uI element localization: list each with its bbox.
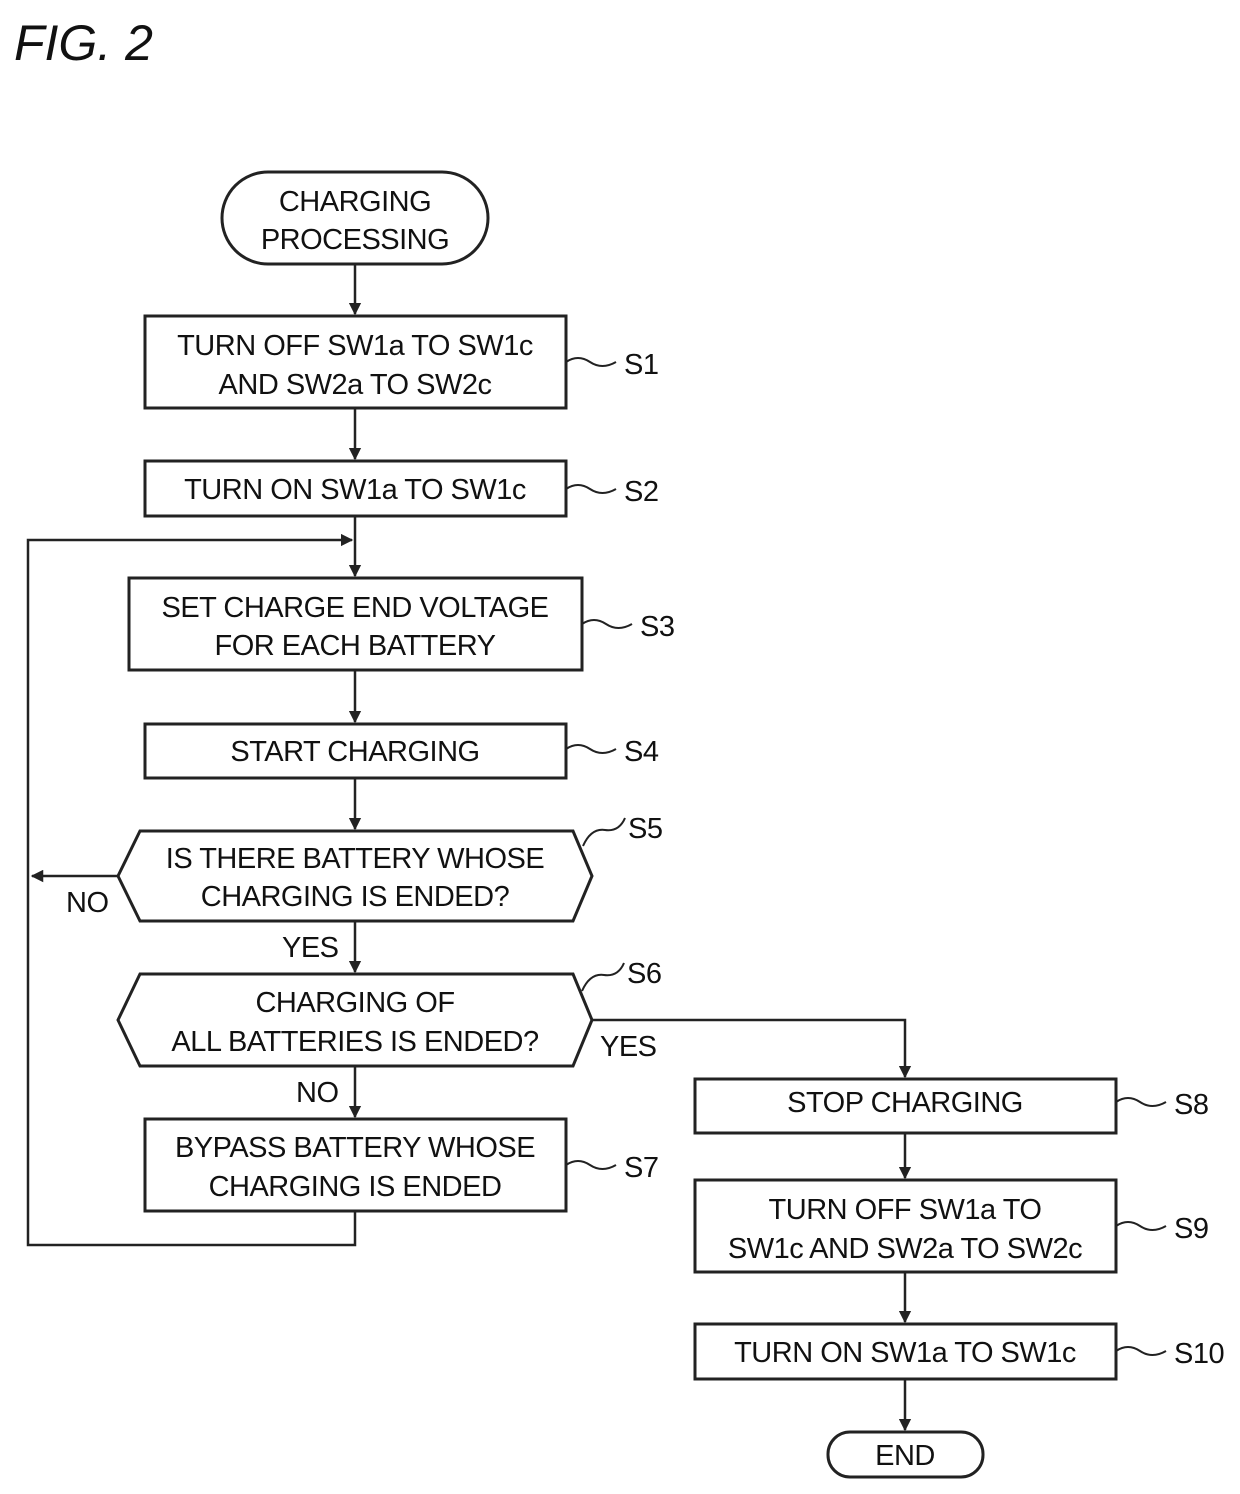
start-terminal: CHARGING PROCESSING [220, 170, 490, 266]
decision-s6-no-label: NO [296, 1077, 339, 1109]
step-s3-text-line2: FOR EACH BATTERY [215, 630, 496, 662]
step-s9-label: S9 [1174, 1213, 1208, 1245]
decision-s6-text-line1: CHARGING OF [255, 987, 454, 1019]
step-s8-text: STOP CHARGING [787, 1087, 1023, 1119]
step-s8-leader [1115, 1097, 1167, 1107]
figure-title: FIG. 2 [14, 15, 153, 71]
step-s4-leader [565, 744, 617, 754]
decision-s6-leader [581, 962, 625, 992]
step-s3: SET CHARGE END VOLTAGE FOR EACH BATTERY … [127, 576, 675, 672]
step-s1-text-line1: TURN OFF SW1a TO SW1c [177, 330, 533, 362]
end-terminal: END [826, 1430, 985, 1479]
step-s8-label: S8 [1174, 1089, 1208, 1121]
step-s2-leader [565, 484, 617, 494]
decision-s5: IS THERE BATTERY WHOSE CHARGING IS ENDED… [66, 813, 663, 964]
step-s9-leader [1115, 1221, 1167, 1231]
step-s7-text-line2: CHARGING IS ENDED [209, 1171, 502, 1203]
step-s7-label: S7 [624, 1152, 658, 1184]
step-s4: START CHARGING S4 [143, 722, 659, 780]
decision-s5-text-line2: CHARGING IS ENDED? [201, 881, 510, 913]
step-s2-text: TURN ON SW1a TO SW1c [184, 474, 526, 506]
step-s10: TURN ON SW1a TO SW1c S10 [693, 1322, 1225, 1381]
decision-s5-leader [582, 817, 626, 847]
step-s7-leader [565, 1160, 617, 1170]
step-s1-label: S1 [624, 349, 658, 381]
step-s2: TURN ON SW1a TO SW1c S2 [143, 459, 659, 518]
decision-s5-text-line1: IS THERE BATTERY WHOSE [166, 843, 545, 875]
step-s3-label: S3 [640, 611, 674, 643]
step-s7: BYPASS BATTERY WHOSE CHARGING IS ENDED S… [143, 1117, 659, 1213]
decision-s5-label: S5 [628, 813, 662, 845]
step-s2-label: S2 [624, 476, 658, 508]
step-s9-text-line1: TURN OFF SW1a TO [769, 1194, 1042, 1226]
decision-s6-yes-label: YES [600, 1031, 657, 1063]
decision-s6-label: S6 [627, 958, 661, 990]
step-s9: TURN OFF SW1a TO SW1c AND SW2a TO SW2c S… [693, 1178, 1209, 1274]
step-s1: TURN OFF SW1a TO SW1c AND SW2a TO SW2c S… [143, 314, 659, 410]
step-s8: STOP CHARGING S8 [693, 1077, 1209, 1135]
flowchart-canvas: FIG. 2 CHARGING PROCESSING TURN OFF SW1a… [14, 15, 1225, 1479]
start-terminal-text-line1: CHARGING [279, 186, 431, 218]
step-s9-text-line2: SW1c AND SW2a TO SW2c [728, 1233, 1082, 1265]
step-s3-text-line1: SET CHARGE END VOLTAGE [161, 592, 548, 624]
decision-s5-yes-label: YES [282, 932, 339, 964]
step-s1-text-line2: AND SW2a TO SW2c [219, 369, 492, 401]
step-s7-text-line1: BYPASS BATTERY WHOSE [175, 1132, 535, 1164]
decision-s5-no-label: NO [66, 887, 109, 919]
start-terminal-text-line2: PROCESSING [261, 224, 449, 256]
step-s4-label: S4 [624, 736, 659, 768]
step-s3-leader [581, 619, 633, 629]
step-s10-text: TURN ON SW1a TO SW1c [734, 1337, 1076, 1369]
end-terminal-text: END [875, 1440, 935, 1472]
step-s10-leader [1115, 1346, 1167, 1356]
decision-s6-text-line2: ALL BATTERIES IS ENDED? [171, 1026, 539, 1058]
step-s4-text: START CHARGING [230, 736, 479, 768]
decision-s6: CHARGING OF ALL BATTERIES IS ENDED? S6 Y… [116, 958, 662, 1109]
step-s10-label: S10 [1174, 1338, 1224, 1370]
step-s1-leader [565, 357, 617, 367]
